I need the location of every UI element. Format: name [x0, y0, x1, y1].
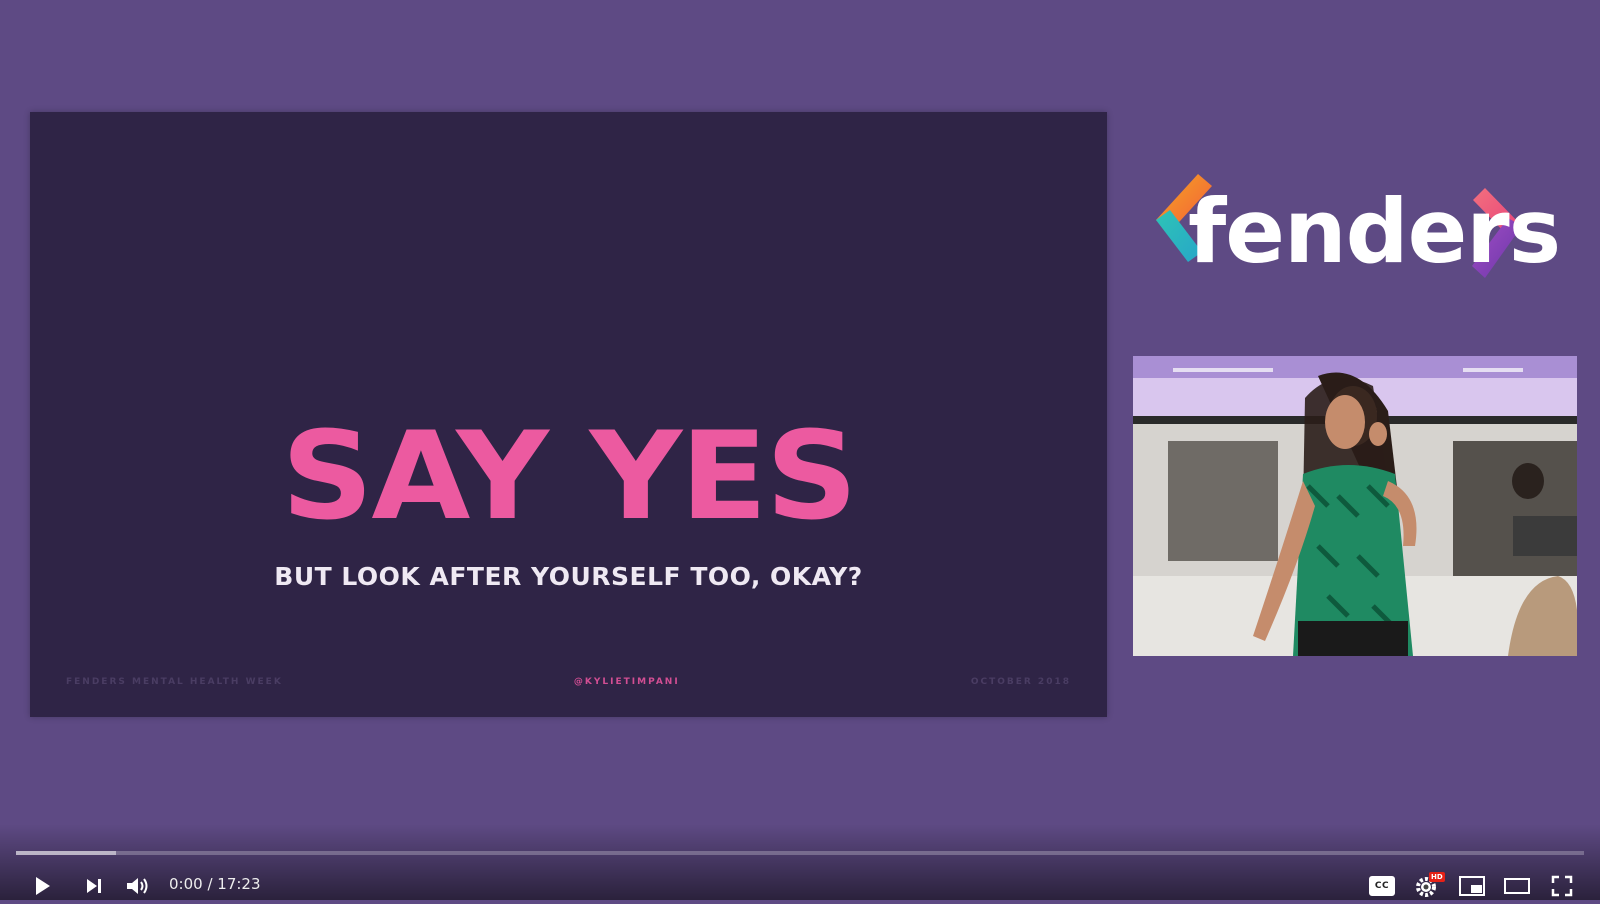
theater-icon — [1504, 878, 1530, 894]
footer-handle-text: @KYLIETIMPANI — [573, 677, 680, 687]
duration: 17:23 — [217, 875, 261, 893]
presentation-slide: SAY YES BUT LOOK AFTER YOURSELF TOO, OKA… — [30, 112, 1107, 717]
miniplayer-icon — [1459, 876, 1485, 896]
slide-subtitle: BUT LOOK AFTER YOURSELF TOO, OKAY? — [274, 562, 863, 591]
speaker-video-image — [1133, 356, 1577, 656]
current-time: 0:00 — [169, 875, 203, 893]
next-icon — [87, 879, 101, 893]
volume-icon — [127, 878, 148, 894]
captions-button[interactable]: CC — [1364, 868, 1400, 904]
speaker-camera-feed — [1133, 356, 1577, 656]
next-button[interactable] — [76, 868, 112, 904]
play-button[interactable] — [24, 868, 60, 904]
fullscreen-button[interactable] — [1544, 868, 1580, 904]
slide-footer: FENDERS MENTAL HEALTH WEEK @KYLIETIMPANI… — [66, 677, 1071, 687]
footer-left-text: FENDERS MENTAL HEALTH WEEK — [66, 677, 283, 687]
captions-icon: CC — [1369, 876, 1395, 896]
time-separator: / — [202, 875, 218, 893]
progress-bar[interactable] — [16, 851, 1584, 855]
hd-badge: HD — [1429, 872, 1445, 882]
volume-button[interactable] — [120, 868, 156, 904]
slide-title: SAY YES — [281, 405, 858, 548]
theater-mode-button[interactable] — [1499, 868, 1535, 904]
footer-date-text: OCTOBER 2018 — [970, 677, 1071, 687]
fullscreen-icon — [1551, 875, 1573, 897]
play-icon — [36, 877, 50, 895]
fenders-logo: fenders — [1150, 170, 1561, 290]
miniplayer-button[interactable] — [1454, 868, 1490, 904]
player-controls: 0:00 / 17:23 CC HD — [0, 824, 1600, 900]
progress-buffered — [16, 851, 117, 855]
settings-button[interactable]: HD — [1409, 868, 1445, 904]
logo-wordmark: fenders — [1188, 180, 1561, 283]
captions-label: CC — [1374, 881, 1390, 891]
video-player[interactable]: SAY YES BUT LOOK AFTER YOURSELF TOO, OKA… — [0, 0, 1600, 900]
time-display: 0:00 / 17:23 — [169, 875, 261, 893]
